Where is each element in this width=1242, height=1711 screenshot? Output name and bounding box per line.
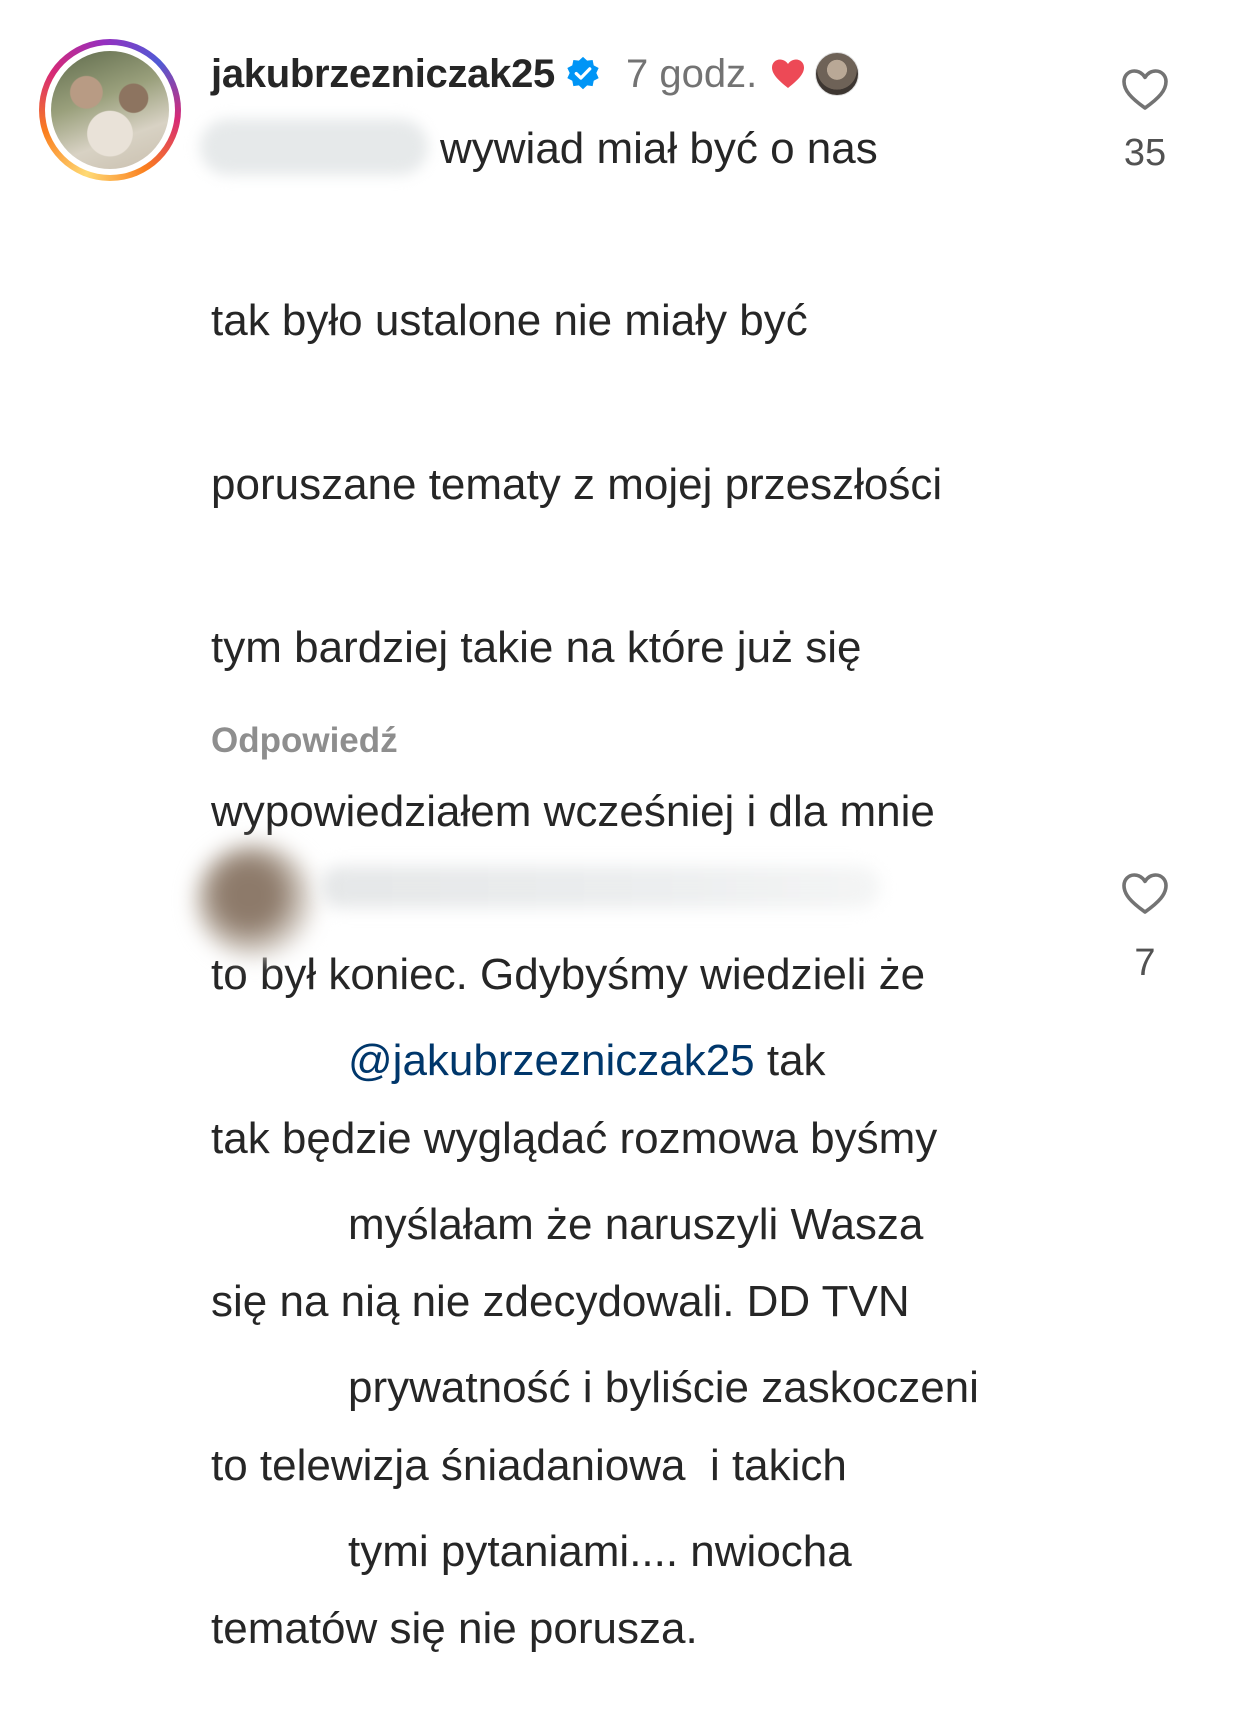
author-avatar[interactable]: [51, 51, 169, 169]
comment-line: poruszane tematy z mojej przeszłości: [211, 459, 943, 509]
comment-like-column: 7: [1105, 872, 1185, 985]
comment-line: tym bardziej takie na które już się: [211, 623, 862, 672]
comment-line: myślałam że naruszyli Wasza: [348, 1199, 924, 1249]
like-count[interactable]: 35: [1105, 132, 1185, 175]
comment-header: jakubrzezniczak25 7 godz.: [211, 48, 860, 100]
comment-line: tak było ustalone nie miały być: [211, 296, 808, 345]
red-heart-icon: [771, 58, 805, 90]
comment-line: tymi pytaniami.... nwiocha: [348, 1526, 852, 1576]
blurred-username: [320, 866, 880, 908]
reply-comment-body: @jakubrzezniczak25 tak myślałam że narus…: [348, 925, 979, 1634]
comment-line: @jakubrzezniczak25 tak: [348, 1034, 979, 1089]
comment-first-line: wywiad miał być o nas: [440, 124, 878, 173]
author-avatar-story-ring[interactable]: [39, 39, 181, 181]
author-liked-avatar: [815, 52, 860, 96]
verified-badge-icon: [565, 56, 601, 92]
comment-like-column: 35: [1105, 68, 1185, 175]
comment-line: prywatność i byliście zaskoczeni: [348, 1363, 979, 1412]
username[interactable]: jakubrzezniczak25: [211, 52, 555, 97]
mention-link[interactable]: @jakubrzezniczak25: [348, 1036, 755, 1085]
reply-button[interactable]: Odpowiedź: [211, 721, 398, 761]
comment-line: wypowiedziałem wcześniej i dla mnie: [211, 786, 935, 836]
comment-text-segment: tak: [754, 1036, 826, 1085]
heart-outline-icon[interactable]: [1105, 68, 1185, 112]
comment-timestamp: 7 godz.: [625, 51, 758, 96]
like-count[interactable]: 7: [1105, 942, 1185, 985]
blurred-mention: [200, 119, 428, 175]
commenter-avatar[interactable]: [195, 843, 315, 958]
heart-outline-icon[interactable]: [1105, 872, 1185, 916]
